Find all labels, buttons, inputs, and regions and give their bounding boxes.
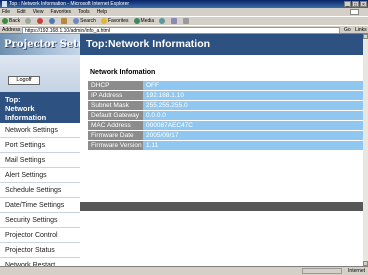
sidebar-item-security-settings[interactable]: Security Settings [0,213,80,228]
close-button[interactable]: × [360,1,367,8]
page-header: Top:Network Information [80,34,363,55]
sidebar-item-projector-status[interactable]: Projector Status [0,243,80,258]
sidebar-item-port-settings[interactable]: Port Settings [0,138,80,153]
window-controls: _ □ × [344,1,367,8]
footer-band [80,202,363,211]
page-title: Top:Network Information [86,38,211,50]
browser-toolbar: Back Search Favorites Media [0,16,368,25]
window-title-bar: Top : Network Information - Microsoft In… [0,0,368,8]
menu-file[interactable]: File [2,8,10,16]
logoff-button[interactable]: Logoff [8,76,40,85]
security-zone-indicator [302,268,342,274]
row-label: Firmware Date [88,131,143,140]
row-label: Subnet Mask [88,101,143,110]
menu-edit[interactable]: Edit [17,8,26,16]
window-title: Top : Network Information - Microsoft In… [9,1,130,7]
table-row: Firmware Version 1.11 [88,141,363,150]
history-button[interactable] [159,18,166,24]
home-button[interactable] [61,18,68,24]
current-section-line: Information [5,113,47,122]
windows-logo-icon [350,9,359,15]
main-content: Network Infomation DHCP OFF IP Address 1… [80,55,363,266]
current-section-line: Top: [5,95,21,104]
search-icon [73,18,80,24]
minimize-button[interactable]: _ [344,1,351,8]
refresh-button[interactable] [49,18,56,24]
table-row: Subnet Mask 255.255.255.0 [88,101,363,110]
sidebar-menu: Network Settings Port Settings Mail Sett… [0,123,80,266]
row-label: Default Gateway [88,111,143,120]
back-arrow-icon [2,18,8,24]
zone-label: Internet [348,268,365,274]
sidebar: Logoff Top: Network Information Network … [0,55,80,266]
row-value: 0.0.0.0 [143,111,363,120]
row-label: DHCP [88,81,143,90]
sidebar-item-network-restart[interactable]: Network Restart [0,258,80,266]
stop-button[interactable] [37,18,44,24]
history-icon [159,18,166,24]
print-icon [183,18,190,24]
maximize-button[interactable]: □ [352,1,359,8]
row-value: OFF [143,81,363,90]
table-row: Firmware Date 2005/09/17 [88,131,363,140]
forward-arrow-icon [25,18,32,24]
table-row: DHCP OFF [88,81,363,90]
mail-button[interactable] [171,18,178,24]
address-bar: Address https://192.168.1.10/admin/info_… [0,25,368,34]
star-icon [100,18,107,24]
row-value: 2005/09/17 [143,131,363,140]
table-row: MAC Address 000087AEC47C [88,121,363,130]
table-row: IP Address 192.168.1.10 [88,91,363,100]
ie-icon [2,1,7,7]
sidebar-item-mail-settings[interactable]: Mail Settings [0,153,80,168]
sidebar-current-section[interactable]: Top: Network Information [0,92,80,123]
section-title: Network Infomation [90,69,156,76]
home-icon [61,18,68,24]
row-value: 192.168.1.10 [143,91,363,100]
row-value: 000087AEC47C [143,121,363,130]
forward-button[interactable] [25,18,32,24]
scroll-up-icon[interactable] [363,34,368,39]
brand-logo: Projector Setup [0,34,92,55]
sidebar-item-alert-settings[interactable]: Alert Settings [0,168,80,183]
refresh-icon [49,18,56,24]
table-row: Default Gateway 0.0.0.0 [88,111,363,120]
stop-icon [37,18,44,24]
sidebar-item-schedule-settings[interactable]: Schedule Settings [0,183,80,198]
menu-help[interactable]: Help [97,8,107,16]
row-value: 255.255.255.0 [143,101,363,110]
current-section-line: Network [5,104,35,113]
row-label: MAC Address [88,121,143,130]
status-bar: Internet [0,266,368,275]
web-page: Projector Setup Top:Network Information … [0,34,363,266]
address-input[interactable]: https://192.168.1.10/admin/info_a.html [22,27,340,34]
sidebar-item-date-time-settings[interactable]: Date/Time Settings [0,198,80,213]
sidebar-item-projector-control[interactable]: Projector Control [0,228,80,243]
row-label: Firmware Version [88,141,143,150]
menu-bar: File Edit View Favorites Tools Help [0,8,368,16]
logoff-area: Logoff [0,55,80,92]
print-button[interactable] [183,18,190,24]
row-label: IP Address [88,91,143,100]
menu-tools[interactable]: Tools [78,8,90,16]
sidebar-item-network-settings[interactable]: Network Settings [0,123,80,138]
media-icon [133,18,140,24]
mail-icon [171,18,178,24]
vertical-scrollbar[interactable] [363,34,368,266]
row-value: 1.11 [143,141,363,150]
menu-view[interactable]: View [33,8,44,16]
network-info-table: DHCP OFF IP Address 192.168.1.10 Subnet … [88,80,363,151]
menu-favorites[interactable]: Favorites [50,8,71,16]
